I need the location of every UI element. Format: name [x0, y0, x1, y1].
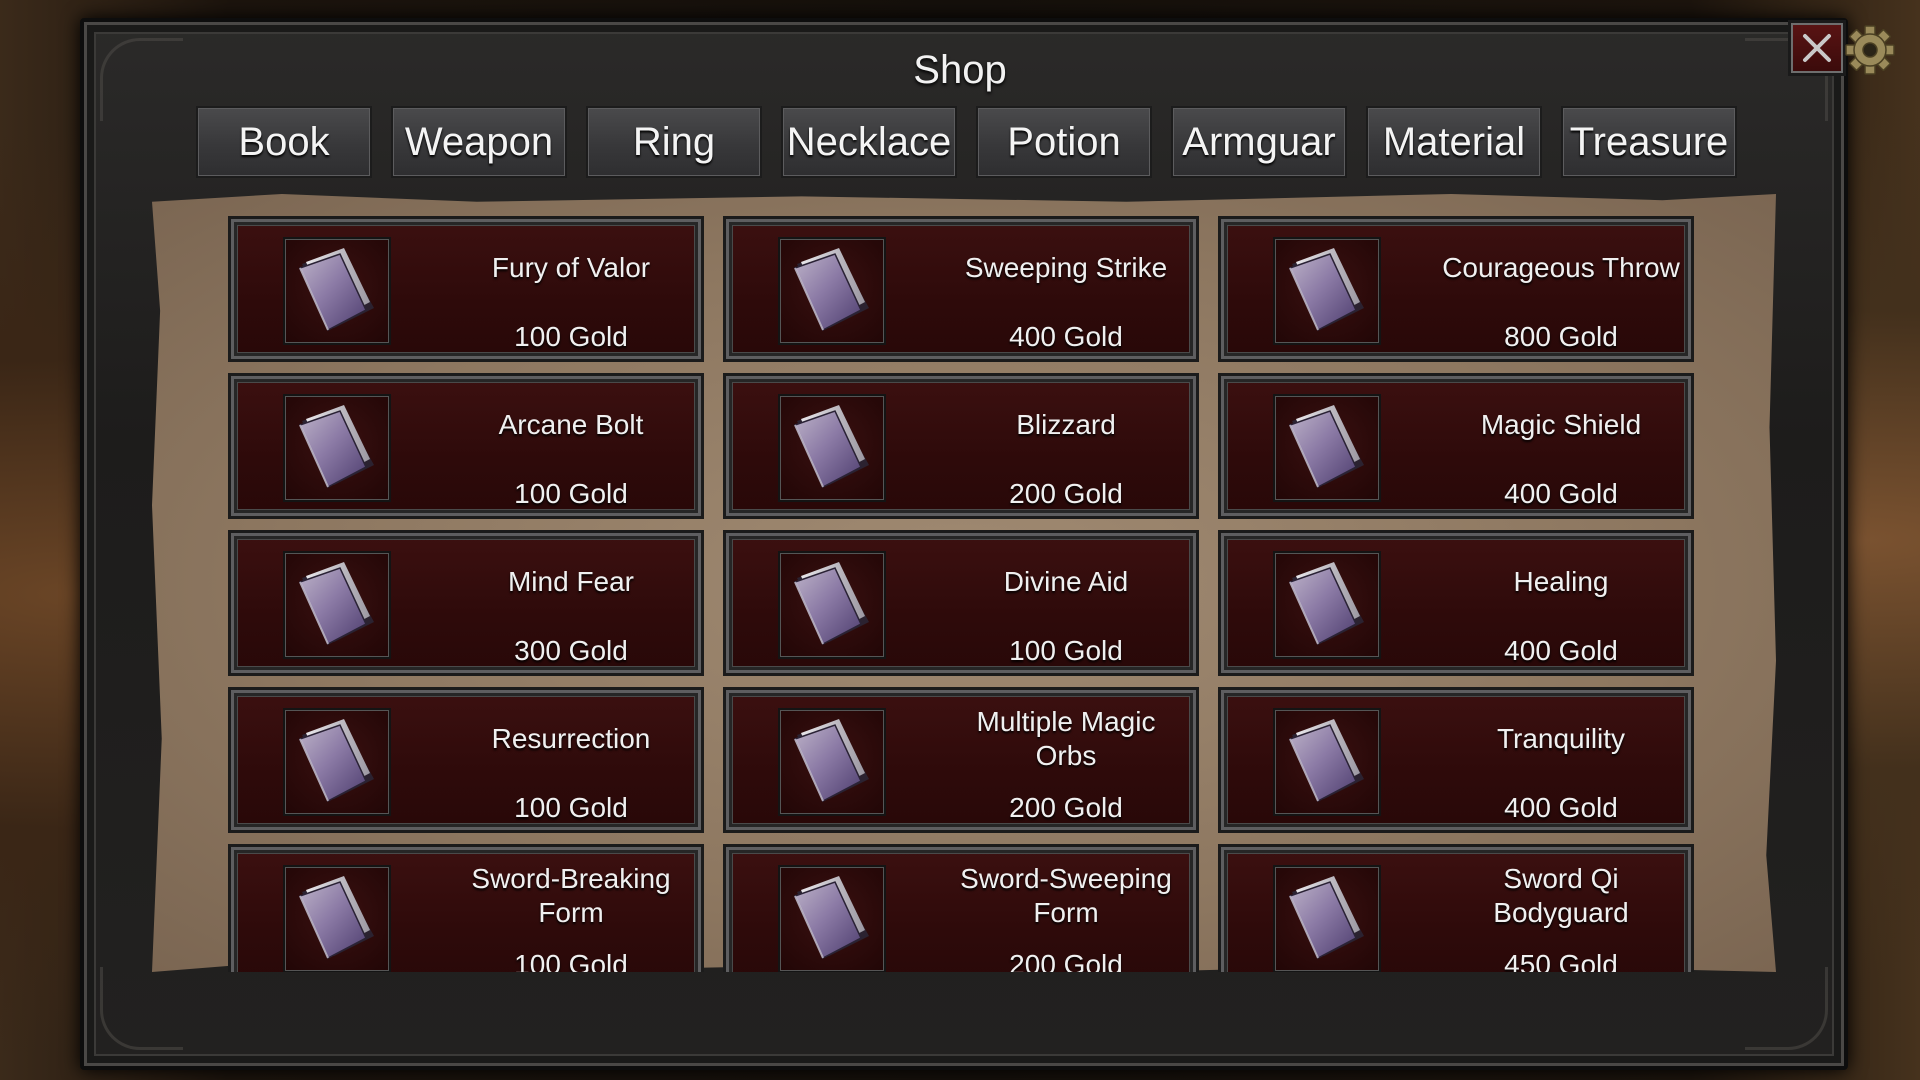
- item-name: Multiple Magic Orbs: [976, 706, 1156, 771]
- item-price: 200 Gold: [1009, 478, 1123, 509]
- frame-ornament: [1745, 967, 1828, 1050]
- shop-item-card[interactable]: Sword Qi Bodyguard 450 Gold: [1218, 844, 1694, 972]
- item-name: Sweeping Strike: [964, 252, 1168, 283]
- item-icon-frame: [778, 394, 886, 502]
- item-name: Sword-Sweeping Form: [960, 863, 1172, 928]
- item-name: Arcane Bolt: [498, 409, 644, 440]
- tab-armguar[interactable]: Armguar: [1171, 106, 1347, 178]
- item-name: Blizzard: [1016, 409, 1116, 440]
- item-price: 200 Gold: [1009, 792, 1123, 823]
- item-name: Magic Shield: [1480, 409, 1642, 440]
- item-icon-frame: [1273, 551, 1381, 659]
- tab-potion[interactable]: Potion: [976, 106, 1152, 178]
- item-price: 100 Gold: [514, 949, 628, 972]
- item-name: Tranquility: [1496, 723, 1626, 754]
- shop-item-card[interactable]: Mind Fear 300 Gold: [228, 530, 704, 676]
- book-icon: [785, 870, 879, 969]
- close-icon: [1803, 34, 1831, 62]
- book-icon: [1280, 556, 1374, 655]
- shop-title: Shop: [913, 48, 1007, 92]
- item-price: 400 Gold: [1009, 321, 1123, 352]
- book-icon: [785, 242, 879, 341]
- book-icon: [785, 713, 879, 812]
- item-price: 100 Gold: [1009, 635, 1123, 666]
- close-button[interactable]: [1788, 20, 1846, 76]
- frame-ornament: [100, 967, 183, 1050]
- item-icon-frame: [283, 708, 391, 816]
- item-icon-frame: [1273, 237, 1381, 345]
- item-name: Divine Aid: [1003, 566, 1129, 597]
- item-price: 100 Gold: [514, 321, 628, 352]
- book-icon: [1280, 242, 1374, 341]
- tab-book[interactable]: Book: [196, 106, 372, 178]
- item-price: 450 Gold: [1504, 949, 1618, 972]
- item-name: Sword-Breaking Form: [471, 863, 671, 928]
- item-icon-frame: [1273, 708, 1381, 816]
- item-icon-frame: [778, 708, 886, 816]
- book-icon: [1280, 399, 1374, 498]
- tab-treasure[interactable]: Treasure: [1561, 106, 1737, 178]
- item-price: 400 Gold: [1504, 792, 1618, 823]
- shop-item-card[interactable]: Sweeping Strike 400 Gold: [723, 216, 1199, 362]
- tab-ring[interactable]: Ring: [586, 106, 762, 178]
- shop-item-card[interactable]: Fury of Valor 100 Gold: [228, 216, 704, 362]
- item-price: 100 Gold: [514, 792, 628, 823]
- settings-button[interactable]: [1844, 24, 1896, 76]
- shop-item-card[interactable]: Magic Shield 400 Gold: [1218, 373, 1694, 519]
- shop-item-card[interactable]: Tranquility 400 Gold: [1218, 687, 1694, 833]
- item-icon-frame: [283, 551, 391, 659]
- shop-item-card[interactable]: Divine Aid 100 Gold: [723, 530, 1199, 676]
- book-icon: [1280, 713, 1374, 812]
- book-icon: [785, 399, 879, 498]
- item-icon-frame: [778, 551, 886, 659]
- shop-item-card[interactable]: Blizzard 200 Gold: [723, 373, 1199, 519]
- item-icon-frame: [1273, 865, 1381, 972]
- book-icon: [290, 870, 384, 969]
- book-icon: [290, 399, 384, 498]
- book-icon: [290, 556, 384, 655]
- item-icon-frame: [283, 237, 391, 345]
- item-price: 200 Gold: [1009, 949, 1123, 972]
- item-icon-frame: [778, 865, 886, 972]
- item-price: 400 Gold: [1504, 635, 1618, 666]
- item-name: Resurrection: [491, 723, 651, 754]
- item-icon-frame: [283, 394, 391, 502]
- tab-weapon[interactable]: Weapon: [391, 106, 567, 178]
- tab-material[interactable]: Material: [1366, 106, 1542, 178]
- item-price: 800 Gold: [1504, 321, 1618, 352]
- book-icon: [1280, 870, 1374, 969]
- book-icon: [290, 242, 384, 341]
- book-icon: [290, 713, 384, 812]
- item-price: 400 Gold: [1504, 478, 1618, 509]
- shop-item-card[interactable]: Sword-Breaking Form 100 Gold: [228, 844, 704, 972]
- shop-item-card[interactable]: Courageous Throw 800 Gold: [1218, 216, 1694, 362]
- item-icon-frame: [1273, 394, 1381, 502]
- shop-item-card[interactable]: Multiple Magic Orbs 200 Gold: [723, 687, 1199, 833]
- tab-necklace[interactable]: Necklace: [781, 106, 957, 178]
- gear-icon: [1845, 25, 1895, 75]
- book-icon: [785, 556, 879, 655]
- shop-item-card[interactable]: Arcane Bolt 100 Gold: [228, 373, 704, 519]
- item-price: 300 Gold: [514, 635, 628, 666]
- item-price: 100 Gold: [514, 478, 628, 509]
- item-name: Healing: [1513, 566, 1609, 597]
- shop-item-card[interactable]: Healing 400 Gold: [1218, 530, 1694, 676]
- item-name: Courageous Throw: [1442, 252, 1680, 283]
- item-name: Sword Qi Bodyguard: [1493, 863, 1629, 928]
- item-name: Fury of Valor: [491, 252, 651, 283]
- item-icon-frame: [778, 237, 886, 345]
- item-name: Mind Fear: [507, 566, 635, 597]
- item-grid[interactable]: Fury of Valor 100 Gold Sweeping Strike 4…: [228, 216, 1698, 972]
- item-icon-frame: [283, 865, 391, 972]
- shop-item-card[interactable]: Sword-Sweeping Form 200 Gold: [723, 844, 1199, 972]
- shop-item-card[interactable]: Resurrection 100 Gold: [228, 687, 704, 833]
